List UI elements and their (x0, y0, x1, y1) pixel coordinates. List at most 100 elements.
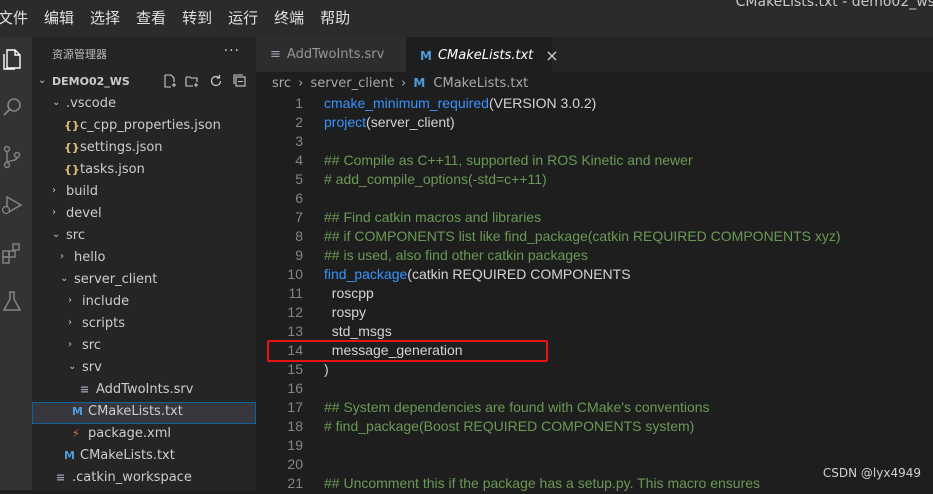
more-actions-icon[interactable]: ··· (224, 43, 240, 59)
tree-file[interactable]: ≡ .catkin_workspace (32, 468, 256, 490)
chevron-down-icon: ⌄ (38, 75, 47, 86)
code-line: 6 (256, 190, 933, 209)
tree-file[interactable]: {} settings.json (32, 138, 256, 160)
code-text: # find_package(Boost REQUIRED COMPONENTS… (324, 418, 694, 434)
line-number: 13 (287, 323, 303, 339)
menu-item[interactable]: 终端 (266, 8, 312, 28)
code-line: 19 (256, 437, 933, 456)
code-token: std_msgs (324, 323, 392, 339)
code-line: 16 (256, 380, 933, 399)
tab-cmakelists[interactable]: M CMakeLists.txt × (406, 37, 559, 73)
tree-folder[interactable]: ⌄ server_client (32, 270, 256, 292)
code-text: roscpp (324, 285, 374, 301)
code-line: 3 (256, 133, 933, 152)
title-bar: 文件 编辑 选择 查看 转到 运行 终端 帮助 CMakeLists.txt - demo02… (0, 0, 933, 37)
code-line: 18 # find_package(Boost REQUIRED COMPONEN… (256, 418, 933, 437)
code-line: 7 ## Find catkin macros and libraries (256, 209, 933, 228)
line-number: 21 (287, 475, 303, 491)
testing-icon[interactable] (0, 287, 24, 315)
tree-folder[interactable]: › include (32, 292, 256, 314)
tree-label: hello (74, 250, 106, 265)
tree-folder[interactable]: › hello (32, 248, 256, 270)
tree-label: CMakeLists.txt (88, 404, 183, 419)
menu-item[interactable]: 转到 (174, 8, 220, 28)
line-number: 8 (295, 228, 303, 244)
json-file-icon: {} (64, 163, 80, 176)
code-line: 15) (256, 361, 933, 380)
code-text: # add_compile_options(-std=c++11) (324, 171, 547, 187)
breadcrumb-separator: › (400, 76, 407, 91)
new-file-icon[interactable] (162, 74, 178, 90)
code-text: ) (324, 361, 329, 377)
line-number: 2 (295, 114, 303, 130)
tree-file[interactable]: {} tasks.json (32, 160, 256, 182)
tree-file[interactable]: ≡ AddTwoInts.srv (32, 380, 256, 402)
menu-item[interactable]: 文件 (0, 8, 36, 28)
menu-bar: 文件 编辑 选择 查看 转到 运行 终端 帮助 (0, 8, 358, 28)
tree-folder[interactable]: › src (32, 336, 256, 358)
code-line: 1 cmake_minimum_required(VERSION 3.0.2) (256, 95, 933, 114)
code-text: find_package(catkin REQUIRED COMPONENTS (324, 266, 631, 282)
code-editor[interactable]: 1 cmake_minimum_required(VERSION 3.0.2) 2 p… (256, 93, 933, 491)
line-number: 15 (287, 361, 303, 377)
tree-folder[interactable]: ⌄ srv (32, 358, 256, 380)
tree-file[interactable]: {} c_cpp_properties.json (32, 116, 256, 138)
code-comment: ## is used, also find other catkin packa… (324, 247, 588, 263)
menu-item[interactable]: 编辑 (36, 8, 82, 28)
code-token: (VERSION 3.0.2) (488, 95, 597, 111)
search-icon[interactable] (0, 93, 24, 121)
code-line: 17 ## System dependencies are found with … (256, 399, 933, 418)
code-token: ) (324, 361, 329, 377)
file-lines-icon: ≡ (80, 383, 90, 396)
tab-bar: ≡ AddTwoInts.srv M CMakeLists.txt × (256, 37, 933, 73)
menu-item[interactable]: 选择 (82, 8, 128, 28)
chevron-down-icon: ⌄ (52, 97, 61, 108)
breadcrumb-item[interactable]: CMakeLists.txt (433, 76, 528, 91)
watermark: CSDN @lyx4949 (822, 466, 921, 480)
new-folder-icon[interactable] (184, 74, 200, 90)
tree-folder[interactable]: › build (32, 182, 256, 204)
tree-folder[interactable]: › scripts (32, 314, 256, 336)
workspace-name: DEMO02_WS (52, 75, 130, 88)
tree-folder[interactable]: ⌄ src (32, 226, 256, 248)
close-icon[interactable]: × (545, 46, 558, 65)
menu-item[interactable]: 运行 (220, 8, 266, 28)
line-number: 5 (295, 171, 303, 187)
code-function: cmake_minimum_required (324, 95, 489, 111)
tree-label: settings.json (80, 140, 163, 155)
line-number: 6 (295, 190, 303, 206)
menu-item[interactable]: 查看 (128, 8, 174, 28)
breadcrumb-item[interactable]: src (272, 76, 291, 91)
breadcrumb-item[interactable]: server_client (310, 76, 393, 91)
refresh-icon[interactable] (208, 74, 224, 90)
collapse-all-icon[interactable] (232, 74, 248, 90)
source-control-icon[interactable] (0, 143, 24, 171)
tree-label: scripts (82, 316, 125, 331)
breadcrumb: src › server_client › M CMakeLists.txt (272, 76, 528, 91)
workspace-header[interactable]: ⌄ DEMO02_WS (32, 72, 256, 94)
line-number: 19 (287, 437, 303, 453)
code-comment: # find_package(Boost REQUIRED COMPONENTS… (324, 418, 695, 434)
code-text: ## Find catkin macros and libraries (324, 209, 541, 225)
extensions-icon[interactable] (0, 239, 24, 267)
tree-folder[interactable]: ⌄ .vscode (32, 94, 256, 116)
code-text: ## Uncomment this if the package has a s… (324, 475, 760, 491)
chevron-right-icon: › (60, 251, 64, 262)
code-text: cmake_minimum_required(VERSION 3.0.2) (324, 95, 596, 111)
code-text: rospy (324, 304, 366, 320)
code-line: 12 rospy (256, 304, 933, 323)
tab-addtwoints-srv[interactable]: ≡ AddTwoInts.srv (256, 37, 406, 72)
chevron-right-icon: › (68, 317, 72, 328)
tree-file[interactable]: M CMakeLists.txt (32, 446, 256, 468)
code-text: ## System dependencies are found with CM… (324, 399, 710, 415)
tree-file[interactable]: ⚡ package.xml (32, 424, 256, 446)
run-debug-icon[interactable] (0, 191, 24, 219)
code-function: find_package (324, 266, 408, 282)
explorer-icon[interactable] (0, 45, 24, 73)
tree-folder[interactable]: › devel (32, 204, 256, 226)
json-file-icon: {} (64, 141, 80, 154)
menu-item[interactable]: 帮助 (312, 8, 358, 28)
tree-file[interactable]: M CMakeLists.txt (32, 402, 256, 424)
sidebar-title: 资源管理器 (52, 48, 107, 61)
code-comment: ## if COMPONENTS list like find_package(… (324, 228, 841, 244)
